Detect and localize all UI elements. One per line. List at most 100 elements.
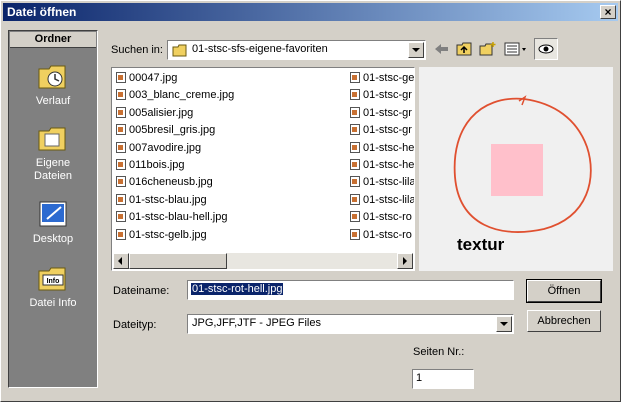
sidebar-item-label: Verlauf <box>35 95 71 107</box>
image-file-icon <box>350 124 360 136</box>
filetype-select[interactable]: JPG,JFF,JTF - JPEG Files <box>187 314 514 334</box>
image-file-icon <box>350 141 360 153</box>
scroll-right-button[interactable] <box>397 253 413 269</box>
sidebar-item-verlauf[interactable]: Verlauf <box>9 61 97 108</box>
filetype-value: JPG,JFF,JTF - JPEG Files <box>192 317 321 329</box>
pages-input[interactable]: 1 <box>412 369 474 389</box>
file-list-item[interactable]: 01-stsc-gelb.jpg <box>116 227 234 244</box>
close-button[interactable]: × <box>600 5 616 19</box>
file-list-item[interactable]: 01-stsc-he <box>350 157 414 174</box>
back-arrow-icon[interactable] <box>433 41 451 57</box>
file-list-item[interactable]: 007avodire.jpg <box>116 140 234 157</box>
file-info-icon: Info <box>38 267 66 291</box>
file-list-item[interactable]: 011bois.jpg <box>116 157 234 174</box>
file-list-item[interactable]: 01-stsc-gr <box>350 122 414 139</box>
sidebar-item-datei-info[interactable]: Info Datei Info <box>9 263 97 310</box>
file-list-item[interactable]: 00047.jpg <box>116 70 234 87</box>
image-file-icon <box>350 106 360 118</box>
sidebar-item-eigene-dateien[interactable]: Eigene Dateien <box>9 123 97 183</box>
open-file-dialog: Datei öffnen × Ordner Verlauf Eigene Dat… <box>0 0 621 402</box>
filetype-dropdown-button[interactable] <box>496 316 512 332</box>
image-file-icon <box>116 89 126 101</box>
file-name: 00047.jpg <box>129 72 178 84</box>
file-list-item[interactable]: 01-stsc-lila <box>350 174 414 191</box>
file-list-item[interactable]: 01-stsc-lila <box>350 192 414 209</box>
lookin-select[interactable]: 01-stsc-sfs-eigene-favoriten <box>167 40 426 60</box>
places-sidebar: Ordner Verlauf Eigene Dateien Desktop In… <box>8 30 98 388</box>
file-list-item[interactable]: 01-stsc-ge <box>350 70 414 87</box>
open-button[interactable]: Öffnen <box>526 279 602 303</box>
file-column-1: 00047.jpg 003_blanc_creme.jpg 005alisier.j… <box>116 70 234 244</box>
sidebar-item-desktop[interactable]: Desktop <box>9 199 97 246</box>
window-title: Datei öffnen <box>7 5 77 19</box>
preview-caption: textur <box>457 235 505 254</box>
image-file-icon <box>116 72 126 83</box>
desktop-icon <box>39 201 67 227</box>
image-file-icon <box>116 106 126 118</box>
file-list-item[interactable]: 01-stsc-ro <box>350 209 414 226</box>
lookin-value: 01-stsc-sfs-eigene-favoriten <box>192 43 328 55</box>
arrow-left-icon <box>118 257 122 265</box>
file-list-item[interactable]: 01-stsc-gr <box>350 87 414 104</box>
filename-input[interactable]: 01-stsc-rot-hell.jpg <box>187 280 514 300</box>
file-list-item[interactable]: 01-stsc-blau-hell.jpg <box>116 209 234 226</box>
preview-toggle-button[interactable] <box>534 38 558 60</box>
file-list-item[interactable]: 016cheneusb.jpg <box>116 174 234 191</box>
image-file-icon <box>116 141 126 153</box>
sidebar-item-label: Desktop <box>32 233 74 245</box>
pages-value: 1 <box>416 372 423 384</box>
file-name: 01-stsc-gelb.jpg <box>129 228 207 241</box>
image-file-icon <box>116 193 126 205</box>
scroll-left-button[interactable] <box>113 253 129 269</box>
file-list-item[interactable]: 01-stsc-ro <box>350 227 414 244</box>
file-name: 016cheneusb.jpg <box>129 176 213 189</box>
preview-swatch <box>491 144 543 196</box>
file-list-item[interactable]: 005bresil_gris.jpg <box>116 122 234 139</box>
image-file-icon <box>350 176 360 188</box>
cancel-button[interactable]: Abbrechen <box>527 310 601 332</box>
up-folder-icon[interactable] <box>456 41 474 57</box>
horizontal-scrollbar[interactable] <box>113 253 413 269</box>
folder-icon <box>172 44 187 57</box>
file-name: 011bois.jpg <box>129 158 185 171</box>
sidebar-header: Ordner <box>10 32 96 48</box>
file-name: 01-stsc-ro <box>363 211 412 224</box>
lookin-label: Suchen in: <box>111 44 163 56</box>
history-folder-icon <box>38 65 66 89</box>
svg-text:Info: Info <box>47 278 60 285</box>
file-name: 01-stsc-blau.jpg <box>129 193 207 206</box>
preview-eye-icon <box>538 44 554 54</box>
file-list-item[interactable]: 01-stsc-gr <box>350 105 414 122</box>
file-list-item[interactable]: 005alisier.jpg <box>116 105 234 122</box>
lookin-dropdown-button[interactable] <box>408 42 424 58</box>
sidebar-item-label: Datei Info <box>29 297 77 309</box>
file-list[interactable]: 00047.jpg 003_blanc_creme.jpg 005alisier.j… <box>111 67 415 271</box>
new-folder-icon[interactable] <box>479 41 497 57</box>
scroll-thumb[interactable] <box>129 253 227 269</box>
file-name: 01-stsc-gr <box>363 89 412 102</box>
chevron-down-icon <box>500 322 508 326</box>
title-bar[interactable]: Datei öffnen × <box>3 3 618 21</box>
file-list-item[interactable]: 01-stsc-he <box>350 140 414 157</box>
file-list-item[interactable]: 003_blanc_creme.jpg <box>116 87 234 104</box>
file-name: 01-stsc-ro <box>363 228 412 241</box>
image-file-icon <box>350 228 360 240</box>
image-file-icon <box>116 124 126 136</box>
image-file-icon <box>350 211 360 223</box>
sidebar-item-label: Eigene Dateien <box>34 157 72 182</box>
file-name: 01-stsc-gr <box>363 124 412 137</box>
image-file-icon <box>350 158 360 170</box>
file-list-item[interactable]: 01-stsc-blau.jpg <box>116 192 234 209</box>
file-name: 005bresil_gris.jpg <box>129 124 216 137</box>
pages-label: Seiten Nr.: <box>413 346 465 358</box>
chevron-down-icon <box>412 48 420 52</box>
image-file-icon <box>350 72 360 83</box>
view-menu-icon[interactable] <box>504 41 528 57</box>
file-name: 007avodire.jpg <box>129 141 202 154</box>
image-file-icon <box>116 158 126 170</box>
image-file-icon <box>350 193 360 205</box>
image-file-icon <box>116 228 126 240</box>
file-name: 003_blanc_creme.jpg <box>129 89 235 102</box>
image-file-icon <box>116 176 126 188</box>
filename-label: Dateiname: <box>113 285 170 297</box>
